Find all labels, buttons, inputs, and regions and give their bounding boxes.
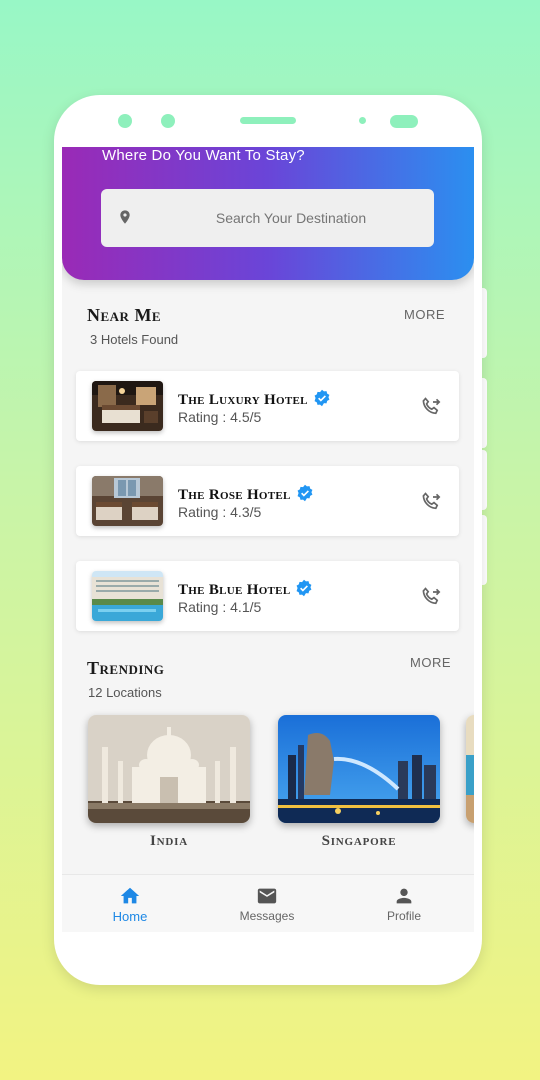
nav-messages-label: Messages — [239, 909, 295, 923]
bottom-navigation: Home Messages Profile — [62, 874, 474, 932]
hotel-card-rose[interactable]: The Rose Hotel Rating : 4.3/5 — [76, 466, 459, 536]
header-title: Where Do You Want To Stay? — [102, 147, 305, 164]
call-forward-icon[interactable] — [419, 490, 443, 519]
location-pin-icon — [117, 207, 133, 232]
hotel-thumbnail — [92, 571, 163, 621]
mail-icon — [257, 888, 277, 904]
near-me-subtitle: 3 Hotels Found — [90, 332, 179, 347]
near-me-more-link[interactable]: MORE — [404, 307, 445, 322]
hotel-thumbnail — [92, 476, 163, 526]
verified-badge-icon — [296, 484, 314, 507]
trending-more-link[interactable]: MORE — [410, 655, 451, 670]
search-box[interactable] — [101, 189, 434, 247]
nav-messages[interactable]: Messages — [207, 875, 327, 932]
trending-title: Trending — [87, 658, 165, 678]
trending-label-singapore: Singapore — [321, 833, 397, 849]
hotel-card-blue[interactable]: The Blue Hotel Rating : 4.1/5 — [76, 561, 459, 631]
header-banner: Where Do You Want To Stay? — [62, 147, 474, 280]
verified-badge-icon — [295, 579, 313, 602]
verified-badge-icon — [313, 389, 331, 412]
nav-home-label: Home — [112, 909, 148, 924]
light-sensor — [390, 115, 418, 128]
app-screen: Where Do You Want To Stay? Near Me 3 Hot… — [62, 147, 474, 932]
trending-card-india[interactable] — [88, 715, 250, 823]
hotel-rating: Rating : 4.3/5 — [178, 504, 262, 520]
trending-subtitle: 12 Locations — [88, 685, 162, 700]
trending-card-partial[interactable] — [466, 715, 474, 823]
person-icon — [396, 888, 412, 904]
earpiece-speaker — [240, 117, 296, 124]
call-forward-icon[interactable] — [419, 585, 443, 614]
hotel-thumbnail — [92, 381, 163, 431]
taj-mahal-image — [88, 715, 250, 823]
singapore-merlion-image — [278, 715, 440, 823]
nav-profile-label: Profile — [386, 909, 421, 923]
trending-card-singapore[interactable] — [278, 715, 440, 823]
proximity-sensor — [359, 117, 366, 124]
nav-profile[interactable]: Profile — [344, 875, 464, 932]
hotel-rating: Rating : 4.5/5 — [178, 409, 262, 425]
nav-home[interactable]: Home — [70, 875, 190, 932]
home-icon — [120, 887, 140, 904]
hotel-card-luxury[interactable]: The Luxury Hotel Rating : 4.5/5 — [76, 371, 459, 441]
trending-label-india: India — [150, 833, 188, 849]
hotel-rating: Rating : 4.1/5 — [178, 599, 262, 615]
near-me-title: Near Me — [87, 305, 162, 325]
search-input[interactable] — [161, 189, 421, 247]
partial-destination-image — [466, 715, 474, 823]
front-camera — [118, 114, 132, 128]
call-forward-icon[interactable] — [419, 395, 443, 424]
front-camera-2 — [161, 114, 175, 128]
phone-frame: Where Do You Want To Stay? Near Me 3 Hot… — [54, 95, 482, 985]
